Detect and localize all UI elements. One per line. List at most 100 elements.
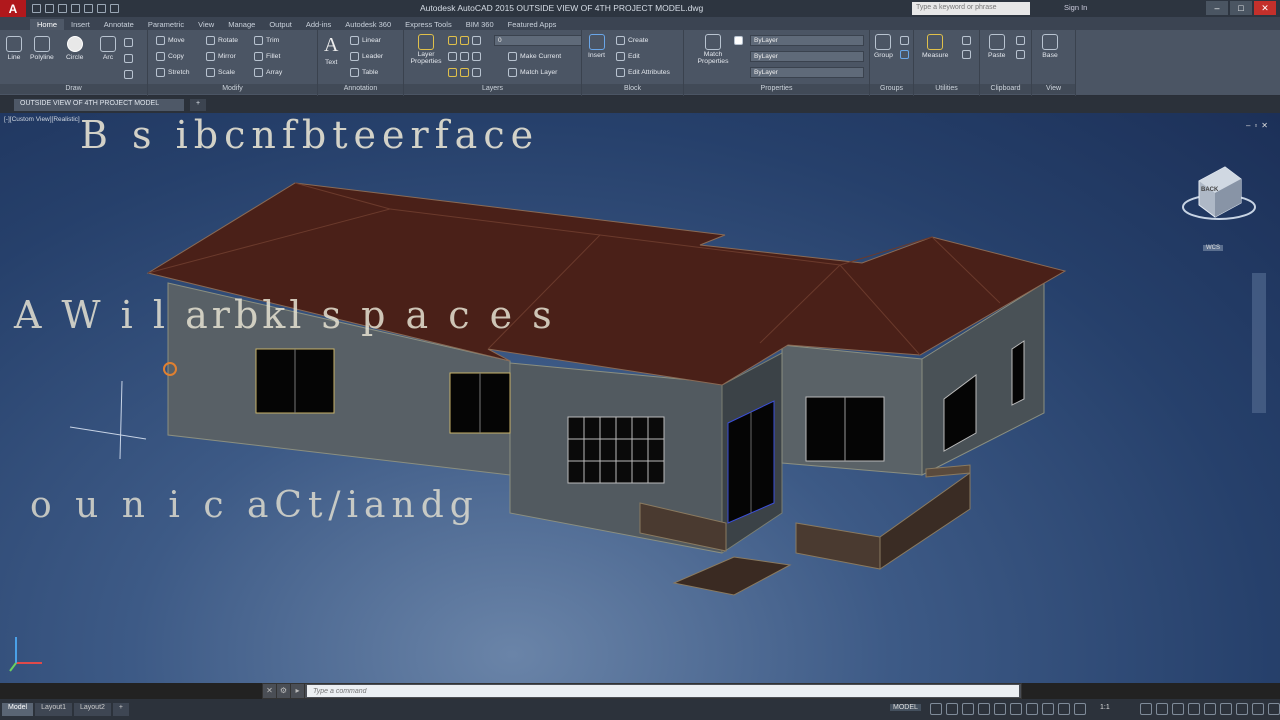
ribbon-tab-manage[interactable]: Manage	[221, 19, 262, 30]
arc-tool[interactable]: Arc	[100, 36, 116, 61]
osnap-icon[interactable]	[994, 703, 1006, 715]
ribbon-tab-parametric[interactable]: Parametric	[141, 19, 191, 30]
fillet-tool[interactable]: Fillet	[254, 52, 280, 61]
base-view-tool[interactable]: Base	[1042, 34, 1058, 59]
command-close-icon[interactable]: ✕	[263, 684, 277, 698]
viewcube-face-label[interactable]: BACK	[1201, 187, 1218, 193]
viewcube[interactable]: BACK WCS	[1175, 163, 1265, 268]
lock-ui-icon[interactable]	[1204, 703, 1216, 715]
groups-panel-label[interactable]: Groups	[870, 84, 913, 94]
ribbon-tab-annotate[interactable]: Annotate	[97, 19, 141, 30]
ribbon-tab-insert[interactable]: Insert	[64, 19, 97, 30]
hardware-acceleration-icon[interactable]	[1236, 703, 1248, 715]
grid-icon[interactable]	[930, 703, 942, 715]
group-tool[interactable]: Group	[874, 34, 893, 59]
line-tool[interactable]: Line	[6, 36, 22, 61]
edit-block-tool[interactable]: Edit	[616, 52, 640, 61]
otrack-icon[interactable]	[1010, 703, 1022, 715]
application-menu-button[interactable]: A	[0, 0, 26, 17]
layer-properties-tool[interactable]: Layer Properties	[408, 34, 444, 65]
polyline-tool[interactable]: Polyline	[30, 36, 54, 61]
annotation-scale[interactable]: 1:1	[1100, 704, 1110, 711]
ribbon-tab-autodesk-360[interactable]: Autodesk 360	[338, 19, 398, 30]
layer-walk-icon[interactable]	[472, 68, 481, 77]
ribbon-tab-home[interactable]: Home	[30, 19, 65, 30]
circle-tool[interactable]: Circle	[66, 36, 83, 61]
rectangle-tool[interactable]	[124, 38, 133, 47]
ribbon-tab-add-ins[interactable]: Add-ins	[299, 19, 338, 30]
copy-tool[interactable]: Copy	[156, 52, 184, 61]
layer-unisolate-icon[interactable]	[460, 52, 469, 61]
open-icon[interactable]	[45, 4, 54, 13]
cut-icon[interactable]	[1016, 36, 1025, 45]
new-tab-plus-icon[interactable]: +	[190, 99, 206, 111]
paste-tool[interactable]: Paste	[988, 34, 1005, 59]
polar-icon[interactable]	[978, 703, 990, 715]
layer-off-icon[interactable]	[448, 68, 457, 77]
gradient-tool[interactable]	[124, 70, 133, 79]
insert-tool[interactable]: Insert	[588, 34, 605, 59]
lineweight-dropdown[interactable]: ByLayer	[750, 67, 864, 78]
ribbon-tab-view[interactable]: View	[191, 19, 221, 30]
edit-attributes-tool[interactable]: Edit Attributes	[616, 68, 670, 77]
new-icon[interactable]	[32, 4, 41, 13]
viewport-minimize-icon[interactable]: –	[1246, 121, 1250, 130]
layout2-tab[interactable]: Layout2	[74, 703, 111, 716]
undo-icon[interactable]	[97, 4, 106, 13]
layer-on-icon[interactable]	[460, 68, 469, 77]
sign-in-button[interactable]: Sign In	[1064, 3, 1087, 12]
ribbon-tab-featured-apps[interactable]: Featured Apps	[501, 19, 564, 30]
array-tool[interactable]: Array	[254, 68, 282, 77]
layout1-tab[interactable]: Layout1	[35, 703, 72, 716]
maximize-icon[interactable]: □	[1230, 1, 1252, 15]
copy-clip-icon[interactable]	[1016, 50, 1025, 59]
file-tab-active[interactable]: OUTSIDE VIEW OF 4TH PROJECT MODEL	[14, 99, 184, 111]
viewport-close-icon[interactable]: ✕	[1261, 121, 1268, 130]
move-tool[interactable]: Move	[156, 36, 185, 45]
viewport-controls-label[interactable]: [-][Custom View][Realistic]	[4, 116, 80, 123]
view-panel-label[interactable]: View	[1032, 84, 1075, 94]
make-current-tool[interactable]: Make Current	[508, 52, 561, 61]
clean-screen-icon[interactable]	[1252, 703, 1264, 715]
workspace-gear-icon[interactable]	[1140, 703, 1152, 715]
scale-tool[interactable]: Scale	[206, 68, 235, 77]
minimize-icon[interactable]: –	[1206, 1, 1228, 15]
close-icon[interactable]: ✕	[1254, 1, 1276, 15]
sun-icon[interactable]	[460, 36, 469, 45]
table-tool[interactable]: Table	[350, 68, 378, 77]
ungroup-icon[interactable]	[900, 36, 909, 45]
layer-isolate-icon[interactable]	[448, 52, 457, 61]
selection-cycling-icon[interactable]	[1058, 703, 1070, 715]
annotation-panel-label[interactable]: Annotation	[318, 84, 403, 94]
measure-tool[interactable]: Measure	[922, 34, 948, 59]
utilities-panel-label[interactable]: Utilities	[914, 84, 979, 94]
lineweight-icon[interactable]	[1026, 703, 1038, 715]
customization-icon[interactable]	[1268, 703, 1280, 715]
ribbon-tab-express-tools[interactable]: Express Tools	[398, 19, 459, 30]
match-layer-tool[interactable]: Match Layer	[508, 68, 557, 77]
navigation-bar[interactable]	[1252, 273, 1266, 413]
snap-icon[interactable]	[946, 703, 958, 715]
units-icon[interactable]	[1172, 703, 1184, 715]
save-icon[interactable]	[58, 4, 67, 13]
ortho-icon[interactable]	[962, 703, 974, 715]
text-tool[interactable]: A Text	[324, 34, 338, 66]
save-as-icon[interactable]	[71, 4, 80, 13]
match-properties-tool[interactable]: Match Properties	[696, 34, 730, 65]
trim-tool[interactable]: Trim	[254, 36, 279, 45]
rotate-tool[interactable]: Rotate	[206, 36, 238, 45]
color-dropdown[interactable]: ByLayer	[750, 35, 864, 46]
stretch-tool[interactable]: Stretch	[156, 68, 190, 77]
add-layout-plus-icon[interactable]: +	[112, 703, 130, 716]
model-space-toggle[interactable]: MODEL	[890, 704, 921, 711]
modify-panel-label[interactable]: Modify	[148, 84, 317, 94]
annotation-monitor-icon[interactable]	[1156, 703, 1168, 715]
mirror-tool[interactable]: Mirror	[206, 52, 236, 61]
search-input[interactable]: Type a keyword or phrase	[912, 2, 1030, 15]
lightbulb-icon[interactable]	[448, 36, 457, 45]
hatch-tool[interactable]	[124, 54, 133, 63]
draw-panel-label[interactable]: Draw	[0, 84, 147, 94]
select-all-icon[interactable]	[962, 50, 971, 59]
linetype-dropdown[interactable]: ByLayer	[750, 51, 864, 62]
lock-icon[interactable]	[472, 36, 481, 45]
